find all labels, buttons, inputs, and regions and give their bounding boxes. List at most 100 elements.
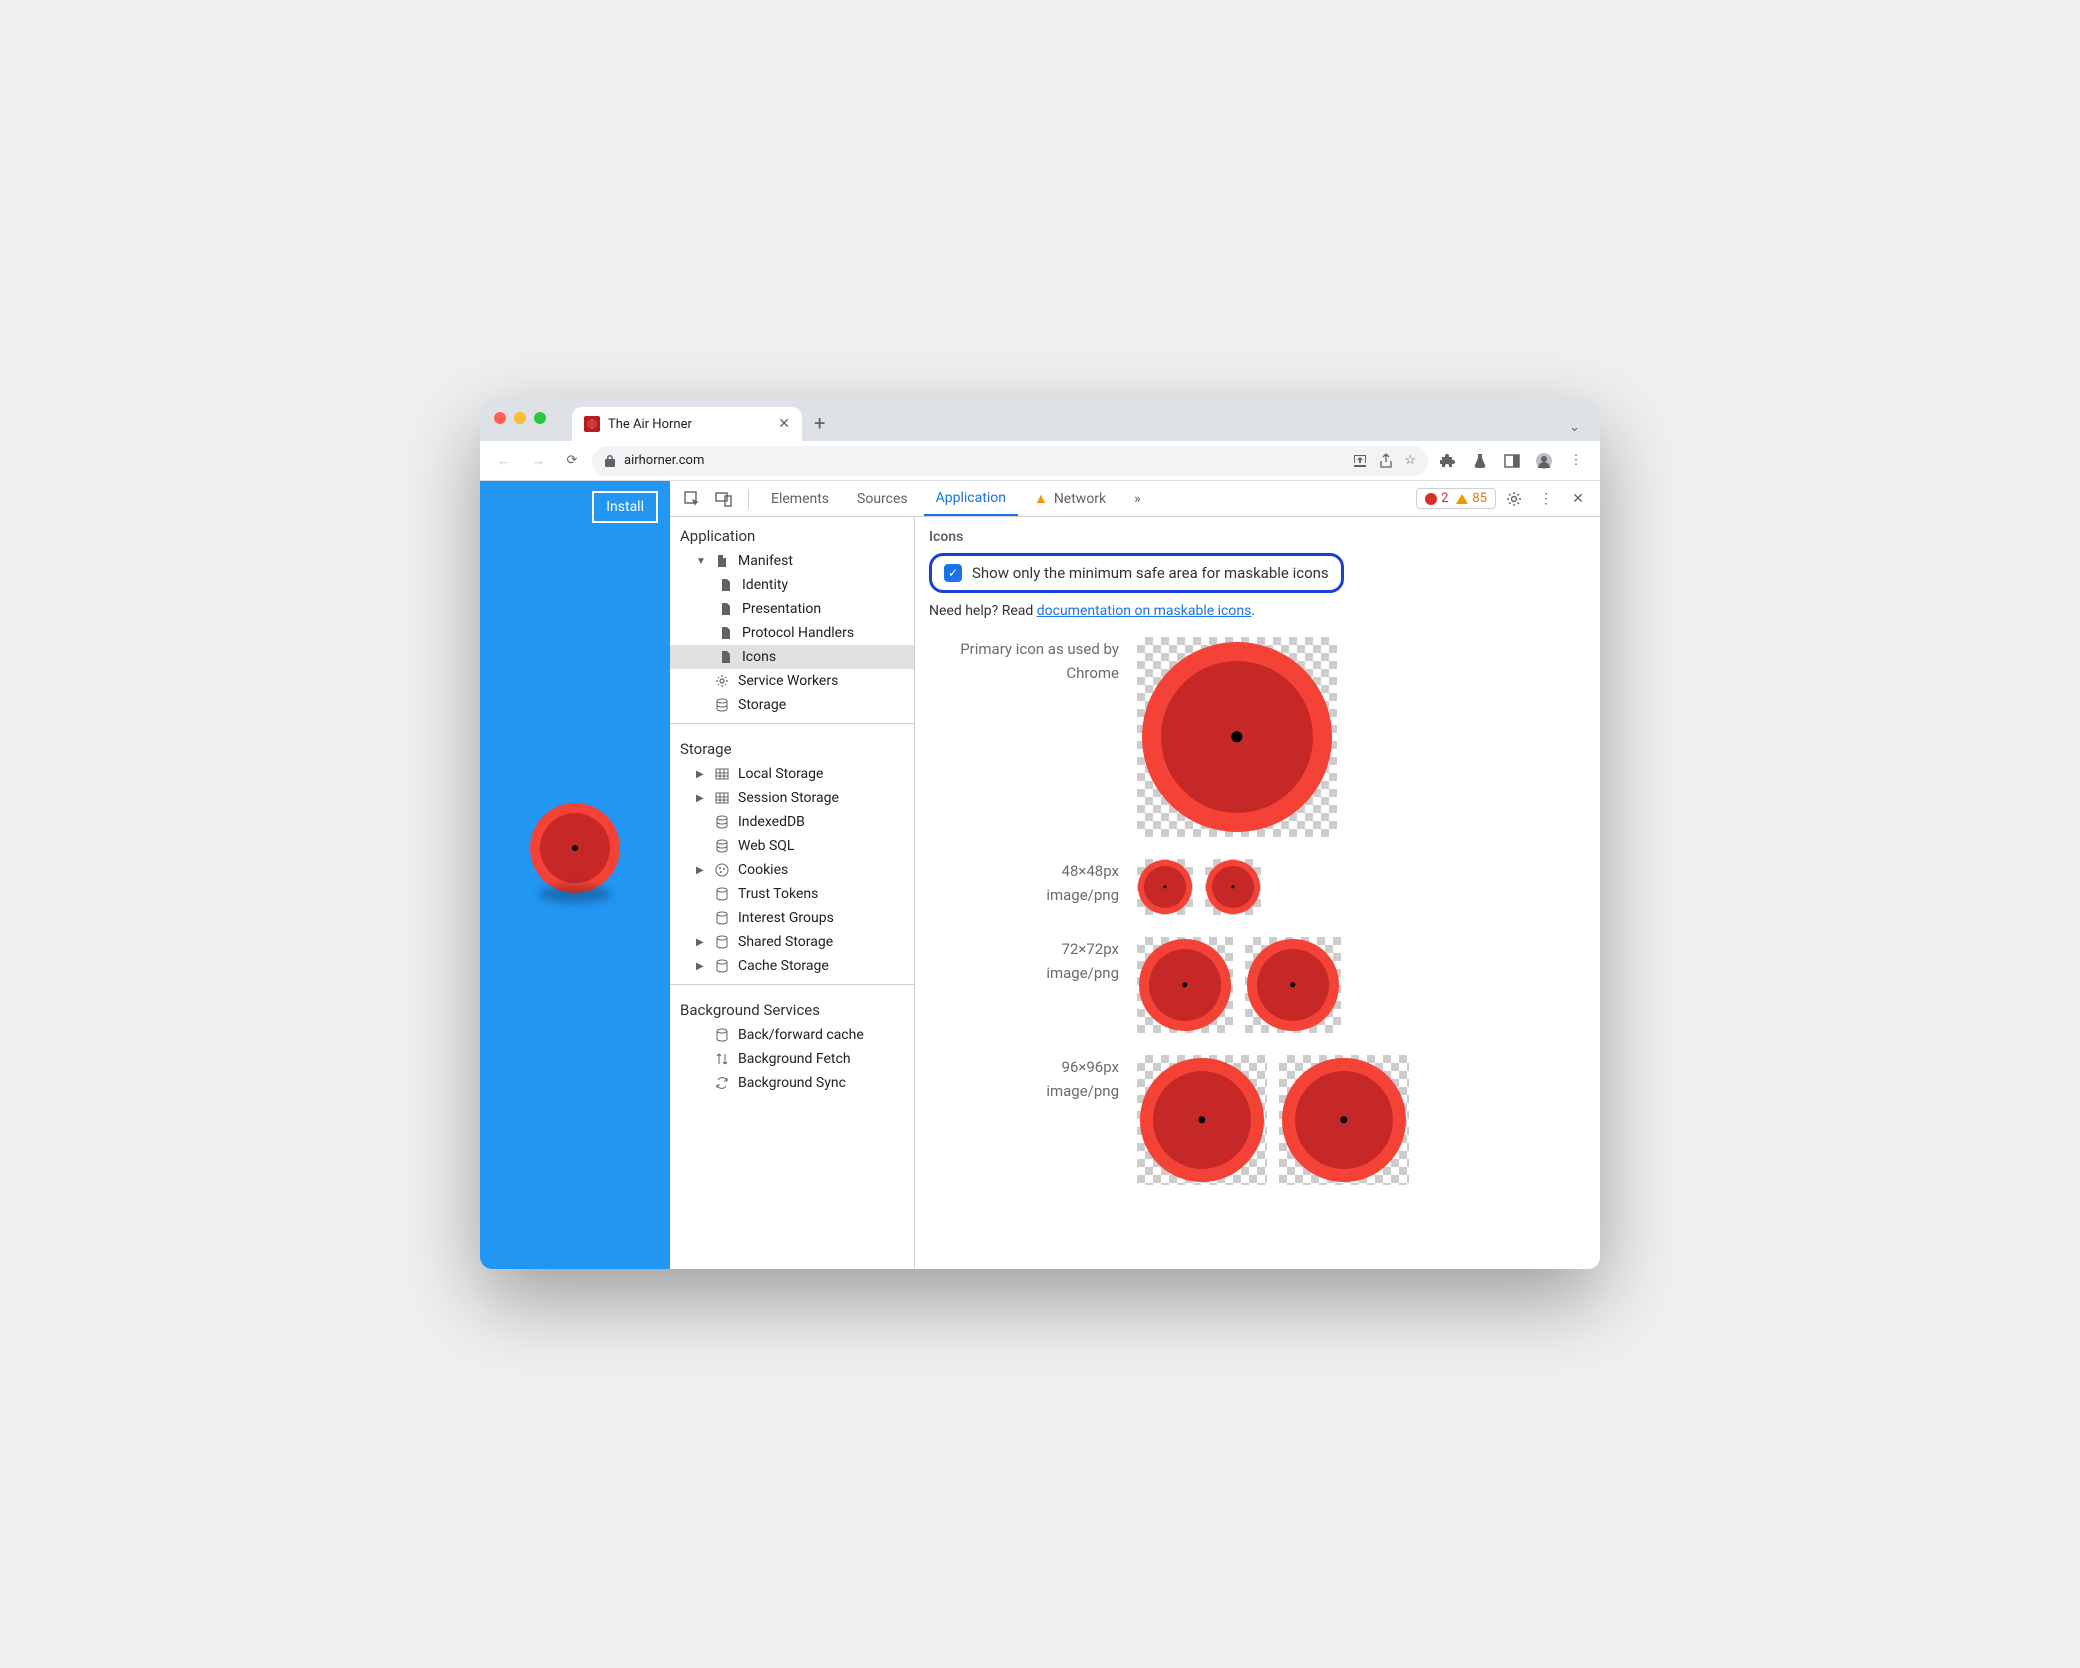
devtools: Elements Sources Application ▲ Network »…	[670, 481, 1600, 1269]
sidebar-item-icons[interactable]: Icons	[670, 645, 914, 669]
devtools-menu-icon[interactable]: ⋮	[1532, 485, 1560, 513]
section-storage: Storage	[670, 730, 914, 762]
file-icon	[718, 577, 734, 593]
caret-right-icon: ▶	[696, 937, 706, 948]
tab-sources[interactable]: Sources	[845, 481, 920, 516]
warning-icon: ▲	[1034, 490, 1048, 507]
caret-right-icon: ▶	[696, 793, 706, 804]
side-panel-icon[interactable]	[1498, 447, 1526, 475]
file-icon	[714, 553, 730, 569]
tab-application[interactable]: Application	[924, 481, 1018, 516]
database-icon	[714, 697, 730, 713]
application-sidebar: Application ▼ Manifest Identity Presenta…	[670, 517, 915, 1269]
caret-right-icon: ▶	[696, 961, 706, 972]
bookmark-icon[interactable]: ☆	[1404, 453, 1416, 469]
icon-preview	[1137, 859, 1193, 915]
sidebar-item-session-storage[interactable]: ▶ Session Storage	[670, 786, 914, 810]
traffic-lights	[494, 412, 546, 424]
sidebar-item-cookies[interactable]: ▶ Cookies	[670, 858, 914, 882]
icon-preview	[1279, 1055, 1409, 1185]
checkbox-label: Show only the minimum safe area for mask…	[972, 564, 1329, 582]
sync-icon	[714, 1075, 730, 1091]
install-pwa-icon[interactable]	[1352, 453, 1368, 469]
devtools-settings-icon[interactable]	[1500, 485, 1528, 513]
sidebar-item-presentation[interactable]: Presentation	[670, 597, 914, 621]
sidebar-item-manifest[interactable]: ▼ Manifest	[670, 549, 914, 573]
extensions-icon[interactable]	[1434, 447, 1462, 475]
close-window-icon[interactable]	[494, 412, 506, 424]
help-text: Need help? Read documentation on maskabl…	[929, 603, 1586, 619]
database-icon	[714, 814, 730, 830]
sidebar-item-identity[interactable]: Identity	[670, 573, 914, 597]
caret-down-icon: ▼	[696, 556, 706, 567]
air-horn[interactable]	[530, 803, 620, 893]
database-icon	[714, 838, 730, 854]
gear-icon	[714, 673, 730, 689]
tab-close-icon[interactable]: ✕	[778, 416, 790, 432]
file-icon	[718, 649, 734, 665]
file-icon	[718, 625, 734, 641]
icon-preview	[1137, 937, 1233, 1033]
panel-heading: Icons	[929, 529, 1586, 545]
caret-right-icon: ▶	[696, 865, 706, 876]
maskable-checkbox-row[interactable]: ✓ Show only the minimum safe area for ma…	[929, 553, 1344, 593]
database-icon	[714, 1027, 730, 1043]
menu-icon[interactable]: ⋮	[1562, 447, 1590, 475]
maximize-window-icon[interactable]	[534, 412, 546, 424]
url-text: airhorner.com	[624, 453, 704, 468]
icon-row: 96×96pximage/png	[929, 1055, 1586, 1185]
inspect-element-icon[interactable]	[678, 485, 706, 513]
minimize-window-icon[interactable]	[514, 412, 526, 424]
sidebar-item-bfcache[interactable]: Back/forward cache	[670, 1023, 914, 1047]
sidebar-item-background-fetch[interactable]: Background Fetch	[670, 1047, 914, 1071]
browser-tab[interactable]: The Air Horner ✕	[572, 407, 802, 441]
warning-icon	[1456, 494, 1468, 504]
icon-row-primary: Primary icon as used by Chrome	[929, 637, 1586, 837]
sidebar-item-trust-tokens[interactable]: Trust Tokens	[670, 882, 914, 906]
lock-icon	[604, 454, 616, 468]
file-icon	[718, 601, 734, 617]
tab-more[interactable]: »	[1122, 481, 1153, 516]
new-tab-button[interactable]: +	[802, 411, 837, 441]
sidebar-item-local-storage[interactable]: ▶ Local Storage	[670, 762, 914, 786]
sidebar-item-protocol-handlers[interactable]: Protocol Handlers	[670, 621, 914, 645]
sidebar-item-background-sync[interactable]: Background Sync	[670, 1071, 914, 1095]
address-bar[interactable]: airhorner.com ☆	[592, 446, 1428, 476]
sidebar-item-service-workers[interactable]: Service Workers	[670, 669, 914, 693]
reload-button[interactable]: ⟳	[558, 447, 586, 475]
device-mode-icon[interactable]	[710, 485, 738, 513]
back-button[interactable]: ←	[490, 447, 518, 475]
sidebar-item-websql[interactable]: Web SQL	[670, 834, 914, 858]
issues-badge[interactable]: 2 85	[1416, 488, 1496, 509]
omnibox-actions: ☆	[1352, 453, 1416, 469]
database-icon	[714, 886, 730, 902]
sidebar-item-interest-groups[interactable]: Interest Groups	[670, 906, 914, 930]
icon-preview	[1137, 637, 1337, 837]
checkbox-checked-icon[interactable]: ✓	[944, 564, 962, 582]
devtools-close-icon[interactable]: ✕	[1564, 485, 1592, 513]
install-button[interactable]: Install	[592, 491, 658, 523]
profile-icon[interactable]	[1530, 447, 1558, 475]
tab-title: The Air Horner	[608, 417, 770, 432]
tab-elements[interactable]: Elements	[759, 481, 841, 516]
database-icon	[714, 910, 730, 926]
share-icon[interactable]	[1378, 453, 1394, 469]
favicon-icon	[584, 416, 600, 432]
tab-network[interactable]: ▲ Network	[1022, 481, 1118, 516]
section-application: Application	[670, 517, 914, 549]
section-background-services: Background Services	[670, 991, 914, 1023]
icons-panel: Icons ✓ Show only the minimum safe area …	[915, 517, 1600, 1269]
icon-preview	[1137, 1055, 1267, 1185]
sidebar-item-cache-storage[interactable]: ▶ Cache Storage	[670, 954, 914, 978]
tab-list-button[interactable]: ⌄	[1561, 420, 1588, 441]
database-icon	[714, 958, 730, 974]
sidebar-item-storage[interactable]: Storage	[670, 693, 914, 717]
cookie-icon	[714, 862, 730, 878]
help-link[interactable]: documentation on maskable icons	[1037, 603, 1252, 619]
labs-icon[interactable]	[1466, 447, 1494, 475]
devtools-tabs: Elements Sources Application ▲ Network »…	[670, 481, 1600, 517]
table-icon	[714, 766, 730, 782]
sidebar-item-shared-storage[interactable]: ▶ Shared Storage	[670, 930, 914, 954]
forward-button[interactable]: →	[524, 447, 552, 475]
sidebar-item-indexeddb[interactable]: IndexedDB	[670, 810, 914, 834]
